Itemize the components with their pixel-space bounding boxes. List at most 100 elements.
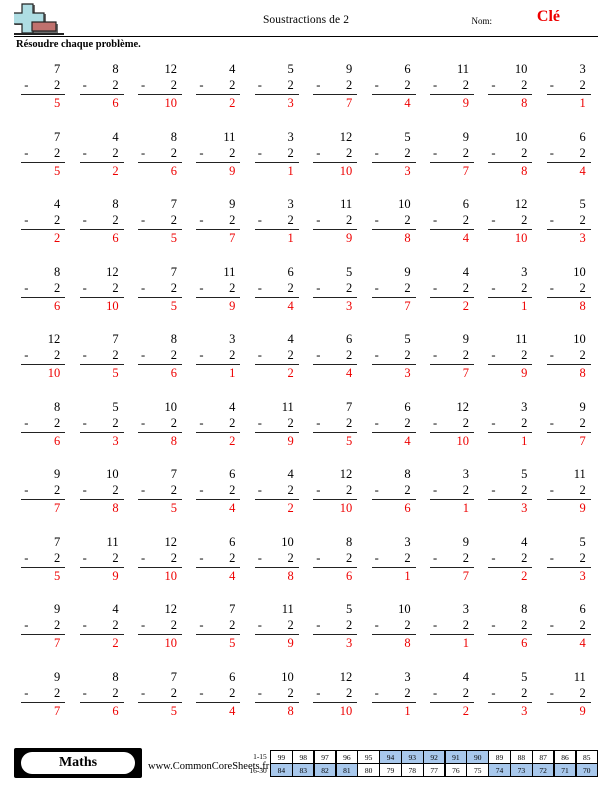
answer-value[interactable]: 9 xyxy=(313,230,357,247)
answer-value[interactable]: 3 xyxy=(80,433,124,450)
answer-value[interactable]: 7 xyxy=(21,703,65,720)
score-cell[interactable]: 79 xyxy=(379,763,402,778)
answer-value[interactable]: 7 xyxy=(430,163,474,180)
answer-value[interactable]: 1 xyxy=(430,500,474,517)
answer-value[interactable]: 1 xyxy=(488,433,532,450)
answer-value[interactable]: 9 xyxy=(547,500,591,517)
answer-value[interactable]: 8 xyxy=(80,500,124,517)
answer-value[interactable]: 9 xyxy=(255,433,299,450)
answer-value[interactable]: 9 xyxy=(196,298,240,315)
answer-value[interactable]: 5 xyxy=(196,635,240,652)
score-cell[interactable]: 92 xyxy=(422,750,446,764)
answer-value[interactable]: 8 xyxy=(138,433,182,450)
answer-value[interactable]: 6 xyxy=(138,365,182,382)
answer-value[interactable]: 7 xyxy=(430,568,474,585)
answer-value[interactable]: 1 xyxy=(430,635,474,652)
answer-value[interactable]: 2 xyxy=(196,95,240,112)
score-cell[interactable]: 77 xyxy=(422,763,446,778)
answer-value[interactable]: 3 xyxy=(547,568,591,585)
answer-value[interactable]: 4 xyxy=(547,163,591,180)
answer-value[interactable]: 10 xyxy=(488,230,532,247)
answer-value[interactable]: 5 xyxy=(21,568,65,585)
answer-value[interactable]: 6 xyxy=(372,500,416,517)
answer-value[interactable]: 5 xyxy=(138,500,182,517)
answer-value[interactable]: 2 xyxy=(430,298,474,315)
answer-value[interactable]: 4 xyxy=(372,95,416,112)
score-cell[interactable]: 72 xyxy=(531,763,555,778)
answer-value[interactable]: 2 xyxy=(430,703,474,720)
answer-value[interactable]: 6 xyxy=(313,568,357,585)
score-cell[interactable]: 83 xyxy=(291,763,315,778)
answer-value[interactable]: 9 xyxy=(488,365,532,382)
score-cell[interactable]: 93 xyxy=(401,750,424,764)
answer-value[interactable]: 2 xyxy=(196,433,240,450)
answer-value[interactable]: 8 xyxy=(488,163,532,180)
answer-value[interactable]: 6 xyxy=(80,703,124,720)
score-cell[interactable]: 86 xyxy=(553,750,577,764)
answer-value[interactable]: 10 xyxy=(138,95,182,112)
answer-value[interactable]: 1 xyxy=(372,703,416,720)
answer-value[interactable]: 2 xyxy=(80,163,124,180)
score-cell[interactable]: 75 xyxy=(466,763,489,778)
answer-value[interactable]: 8 xyxy=(547,298,591,315)
answer-value[interactable]: 2 xyxy=(255,365,299,382)
answer-value[interactable]: 5 xyxy=(21,163,65,180)
answer-value[interactable]: 9 xyxy=(196,163,240,180)
answer-value[interactable]: 1 xyxy=(488,298,532,315)
answer-value[interactable]: 10 xyxy=(21,365,65,382)
score-cell[interactable]: 80 xyxy=(357,763,380,778)
score-cell[interactable]: 82 xyxy=(313,763,337,778)
answer-value[interactable]: 4 xyxy=(255,298,299,315)
answer-value[interactable]: 10 xyxy=(313,703,357,720)
answer-value[interactable]: 6 xyxy=(21,298,65,315)
answer-value[interactable]: 10 xyxy=(138,568,182,585)
score-cell[interactable]: 73 xyxy=(510,763,533,778)
answer-value[interactable]: 8 xyxy=(372,230,416,247)
score-cell[interactable]: 90 xyxy=(466,750,489,764)
answer-value[interactable]: 6 xyxy=(80,95,124,112)
answer-value[interactable]: 4 xyxy=(196,568,240,585)
answer-value[interactable]: 7 xyxy=(21,500,65,517)
score-cell[interactable]: 71 xyxy=(553,763,577,778)
answer-value[interactable]: 1 xyxy=(372,568,416,585)
answer-value[interactable]: 6 xyxy=(488,635,532,652)
score-cell[interactable]: 84 xyxy=(270,763,293,778)
answer-value[interactable]: 1 xyxy=(255,230,299,247)
answer-value[interactable]: 5 xyxy=(313,433,357,450)
answer-value[interactable]: 10 xyxy=(313,500,357,517)
answer-value[interactable]: 3 xyxy=(372,163,416,180)
answer-value[interactable]: 9 xyxy=(430,95,474,112)
score-cell[interactable]: 94 xyxy=(379,750,402,764)
answer-value[interactable]: 7 xyxy=(430,365,474,382)
score-cell[interactable]: 99 xyxy=(270,750,293,764)
answer-value[interactable]: 3 xyxy=(372,365,416,382)
score-cell[interactable]: 98 xyxy=(291,750,315,764)
answer-value[interactable]: 10 xyxy=(430,433,474,450)
answer-value[interactable]: 5 xyxy=(138,703,182,720)
answer-value[interactable]: 9 xyxy=(255,635,299,652)
answer-value[interactable]: 7 xyxy=(372,298,416,315)
answer-value[interactable]: 8 xyxy=(488,95,532,112)
score-cell[interactable]: 91 xyxy=(444,750,468,764)
score-cell[interactable]: 95 xyxy=(357,750,380,764)
answer-value[interactable]: 1 xyxy=(255,163,299,180)
answer-value[interactable]: 8 xyxy=(547,365,591,382)
score-cell[interactable]: 78 xyxy=(401,763,424,778)
score-cell[interactable]: 89 xyxy=(488,750,511,764)
answer-value[interactable]: 7 xyxy=(313,95,357,112)
score-cell[interactable]: 96 xyxy=(335,750,359,764)
score-cell[interactable]: 97 xyxy=(313,750,337,764)
answer-value[interactable]: 5 xyxy=(21,95,65,112)
answer-value[interactable]: 3 xyxy=(255,95,299,112)
answer-value[interactable]: 6 xyxy=(21,433,65,450)
answer-value[interactable]: 8 xyxy=(255,568,299,585)
answer-value[interactable]: 10 xyxy=(80,298,124,315)
score-cell[interactable]: 85 xyxy=(575,750,598,764)
answer-value[interactable]: 10 xyxy=(138,635,182,652)
answer-value[interactable]: 5 xyxy=(138,298,182,315)
answer-value[interactable]: 3 xyxy=(313,635,357,652)
answer-value[interactable]: 4 xyxy=(313,365,357,382)
answer-value[interactable]: 2 xyxy=(255,500,299,517)
answer-value[interactable]: 10 xyxy=(313,163,357,180)
answer-value[interactable]: 1 xyxy=(547,95,591,112)
